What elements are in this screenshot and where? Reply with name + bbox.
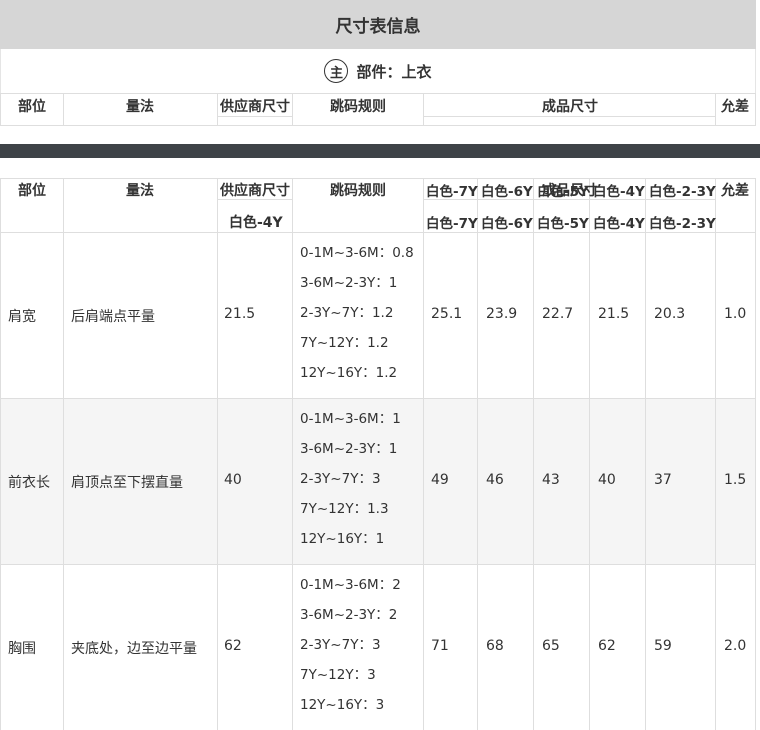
row-size-value: 49 — [431, 472, 449, 488]
header-method: 量法 — [126, 183, 154, 199]
header-grading-rule: 跳码规则 — [330, 99, 386, 115]
size-col-header: 白色-5Y — [537, 216, 589, 232]
row-position: 前衣长 — [8, 475, 50, 491]
row-position: 胸围 — [8, 641, 36, 657]
header-supplier-size: 供应商尺寸 — [220, 183, 290, 199]
header-method: 量法 — [126, 99, 154, 115]
row-tolerance: 2.0 — [724, 638, 747, 654]
row-method: 后肩端点平量 — [71, 309, 155, 325]
header-finished-size: 成品尺寸 — [542, 99, 598, 115]
part-label: 部件：上衣 — [356, 62, 432, 81]
row-size-value: 21.5 — [598, 306, 630, 322]
size-col-header: 白色-2-3Y — [649, 216, 716, 232]
row-size-value: 71 — [431, 638, 449, 654]
row-size-value: 43 — [542, 472, 560, 488]
size-col-header: 白色-4Y — [593, 184, 645, 200]
row-size-value: 23.9 — [486, 306, 518, 322]
row-grading-rule: 0-1M~3-6M：1 — [300, 411, 401, 427]
size-col-header: 白色-6Y — [481, 216, 533, 232]
row-grading-rule: 12Y~16Y：3 — [300, 697, 385, 713]
row-supplier-size: 21.5 — [224, 306, 256, 322]
size-col-header: 白色-4Y — [593, 216, 645, 232]
row-method: 夹底处，边至边平量 — [71, 641, 197, 657]
row-size-value: 25.1 — [431, 306, 463, 322]
main-part-badge: 主 — [324, 59, 349, 83]
row-size-value: 22.7 — [542, 306, 574, 322]
part-header: 主 部件：上衣 — [0, 49, 756, 93]
row-grading-rule: 2-3Y~7Y：1.2 — [300, 305, 394, 321]
size-col-header: 白色-7Y — [426, 216, 478, 232]
row-size-value: 20.3 — [654, 306, 686, 322]
row-size-value: 37 — [654, 472, 672, 488]
row-size-value: 46 — [486, 472, 504, 488]
row-size-value: 62 — [598, 638, 616, 654]
row-grading-rule: 7Y~12Y：1.2 — [300, 335, 389, 351]
row-grading-rule: 2-3Y~7Y：3 — [300, 471, 381, 487]
size-col-header: 白色-6Y — [481, 184, 533, 200]
row-method: 肩顶点至下摆直量 — [71, 475, 183, 491]
header-supplier-size: 供应商尺寸 — [220, 99, 290, 115]
header-tolerance: 允差 — [721, 99, 749, 115]
row-grading-rule: 12Y~16Y：1.2 — [300, 365, 398, 381]
row-grading-rule: 7Y~12Y：3 — [300, 667, 376, 683]
row-size-value: 65 — [542, 638, 560, 654]
header-position: 部位 — [18, 183, 46, 199]
header-tolerance: 允差 — [721, 183, 749, 199]
row-grading-rule: 3-6M~2-3Y：2 — [300, 607, 398, 623]
row-grading-rule: 12Y~16Y：1 — [300, 531, 385, 547]
section-divider — [0, 144, 760, 158]
size-col-header: 白色-7Y — [426, 184, 478, 200]
row-supplier-size: 62 — [224, 638, 242, 654]
row-size-value: 68 — [486, 638, 504, 654]
row-position: 肩宽 — [8, 309, 36, 325]
row-tolerance: 1.5 — [724, 472, 747, 488]
page-title: 尺寸表信息 — [0, 0, 756, 49]
size-col-header: 白色-5Y — [537, 184, 589, 200]
header-grading-rule: 跳码规则 — [330, 183, 386, 199]
row-supplier-size: 40 — [224, 472, 242, 488]
row-size-value: 59 — [654, 638, 672, 654]
row-grading-rule: 7Y~12Y：1.3 — [300, 501, 389, 517]
size-col-header: 白色-2-3Y — [649, 184, 716, 200]
row-grading-rule: 0-1M~3-6M：0.8 — [300, 245, 414, 261]
row-grading-rule: 0-1M~3-6M：2 — [300, 577, 401, 593]
row-size-value: 40 — [598, 472, 616, 488]
row-grading-rule: 2-3Y~7Y：3 — [300, 637, 381, 653]
row-tolerance: 1.0 — [724, 306, 747, 322]
row-grading-rule: 3-6M~2-3Y：1 — [300, 275, 398, 291]
row-grading-rule: 3-6M~2-3Y：1 — [300, 441, 398, 457]
supplier-size-col-header: 白色-4Y — [229, 215, 283, 231]
header-position: 部位 — [18, 99, 46, 115]
